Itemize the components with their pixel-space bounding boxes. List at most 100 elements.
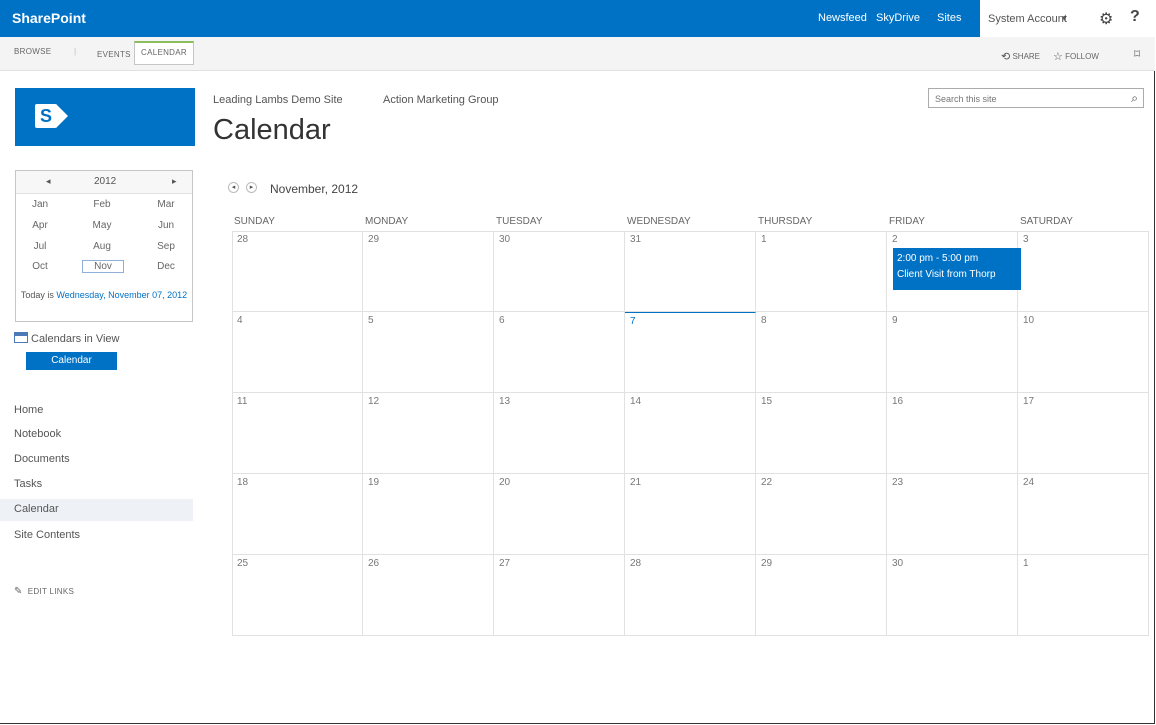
month-may[interactable]: May [82,220,122,231]
month-sep[interactable]: Sep [146,241,186,252]
pencil-icon: ✎ [14,586,23,597]
day-cell[interactable]: 12 [363,393,494,474]
nav-sites[interactable]: Sites [937,12,961,24]
calendar-overlay-chip[interactable]: Calendar [26,352,117,370]
day-cell[interactable]: 28 [232,231,363,312]
day-cell[interactable]: 30 [494,231,625,312]
day-number: 6 [499,315,505,326]
left-nav-calendar[interactable]: Calendar [14,503,59,515]
tab-calendar[interactable]: CALENDAR [134,41,194,65]
day-cell[interactable]: 8 [756,312,887,393]
day-cell[interactable]: 30 [887,555,1018,636]
day-number: 14 [630,396,642,407]
chevron-down-icon[interactable]: ▾ [1062,13,1067,24]
focus-icon[interactable]: ⌑ [1134,47,1140,61]
left-nav-tasks[interactable]: Tasks [14,478,42,490]
date-picker: ◂ 2012 ▸ Jan Feb Mar Apr May Jun Jul Aug… [15,170,193,322]
left-nav-documents[interactable]: Documents [14,453,70,465]
search-icon[interactable]: ⌕ [1131,91,1138,106]
day-cell[interactable]: 21 [625,474,756,555]
day-cell[interactable]: 5 [363,312,494,393]
month-jun[interactable]: Jun [146,220,186,231]
previous-month-button[interactable]: ◂ [228,182,239,193]
month-dec[interactable]: Dec [146,261,186,272]
tab-browse[interactable]: BROWSE [14,47,51,56]
site-logo[interactable]: S [15,88,195,146]
next-year-arrow-icon[interactable]: ▸ [172,176,177,187]
day-cell[interactable]: 3 [1018,231,1149,312]
month-label: November, 2012 [270,182,359,196]
day-cell[interactable]: 10 [1018,312,1149,393]
day-header-tuesday: TUESDAY [496,216,543,227]
share-button[interactable]: ⟲ SHARE [1001,50,1040,63]
day-cell[interactable]: 27 [494,555,625,636]
day-cell[interactable]: 23 [887,474,1018,555]
month-aug[interactable]: Aug [82,241,122,252]
day-header-saturday: SATURDAY [1020,216,1073,227]
month-jan[interactable]: Jan [20,199,60,210]
day-cell[interactable]: 24 [1018,474,1149,555]
search-input[interactable] [933,90,1117,108]
day-cell[interactable]: 4 [232,312,363,393]
day-cell[interactable]: 1 [756,231,887,312]
today-link[interactable]: Wednesday, November 07, 2012 [56,290,187,300]
month-jul[interactable]: Jul [20,241,60,252]
day-cell[interactable]: 19 [363,474,494,555]
breadcrumb-group[interactable]: Action Marketing Group [383,94,499,106]
day-cell[interactable]: 29 [363,231,494,312]
page-title: Calendar [213,114,331,146]
left-nav-home[interactable]: Home [14,404,43,416]
month-nov[interactable]: Nov [82,260,124,273]
day-cell[interactable]: 28 [625,555,756,636]
next-month-button[interactable]: ▸ [246,182,257,193]
help-icon[interactable]: ? [1130,8,1140,26]
day-cell[interactable]: 14 [625,393,756,474]
day-number: 3 [1023,234,1029,245]
day-cell[interactable]: 18 [232,474,363,555]
day-header-wednesday: WEDNESDAY [627,216,691,227]
day-cell[interactable]: 17 [1018,393,1149,474]
day-cell[interactable]: 22 [756,474,887,555]
day-number: 21 [630,477,642,488]
day-cell[interactable]: 6 [494,312,625,393]
gear-icon[interactable]: ⚙ [1099,9,1113,29]
calendar-event[interactable]: 2:00 pm - 5:00 pm Client Visit from Thor… [893,248,1021,290]
suite-bar: SharePoint Newsfeed SkyDrive Sites Syste… [0,0,1155,38]
day-cell[interactable]: 13 [494,393,625,474]
tab-events[interactable]: EVENTS [97,50,131,59]
today-line: Today is Wednesday, November 07, 2012 [16,289,192,301]
day-cell[interactable]: 1 [1018,555,1149,636]
month-mar[interactable]: Mar [146,199,186,210]
today-prefix: Today is [20,290,57,300]
follow-button[interactable]: ☆ FOLLOW [1053,50,1099,63]
month-feb[interactable]: Feb [82,199,122,210]
nav-skydrive[interactable]: SkyDrive [876,12,920,24]
day-cell[interactable]: 15 [756,393,887,474]
day-cell[interactable]: 9 [887,312,1018,393]
day-cell[interactable]: 20 [494,474,625,555]
nav-newsfeed[interactable]: Newsfeed [818,12,867,24]
day-cell[interactable]: 25 [232,555,363,636]
day-cell[interactable]: 26 [363,555,494,636]
breadcrumb-site[interactable]: Leading Lambs Demo Site [213,94,343,106]
account-menu[interactable]: System Account [988,13,1067,25]
day-cell-today[interactable]: 7 [625,312,756,393]
day-cell[interactable]: 29 [756,555,887,636]
previous-year-arrow-icon[interactable]: ◂ [46,176,51,187]
day-number: 30 [499,234,511,245]
day-cell[interactable]: 31 [625,231,756,312]
left-nav-site-contents[interactable]: Site Contents [14,529,80,541]
month-oct[interactable]: Oct [20,261,60,272]
day-cell[interactable]: 16 [887,393,1018,474]
day-number: 16 [892,396,904,407]
account-area: System Account ▾ ⚙ ? [980,0,1155,38]
edit-links-button[interactable]: ✎ EDIT LINKS [14,586,74,597]
month-apr[interactable]: Apr [20,220,60,231]
left-nav-notebook[interactable]: Notebook [14,428,61,440]
star-icon: ☆ [1053,51,1063,63]
day-cell[interactable]: 11 [232,393,363,474]
day-number: 15 [761,396,773,407]
day-number: 29 [368,234,380,245]
day-number: 20 [499,477,511,488]
brand-link[interactable]: SharePoint [12,10,86,26]
